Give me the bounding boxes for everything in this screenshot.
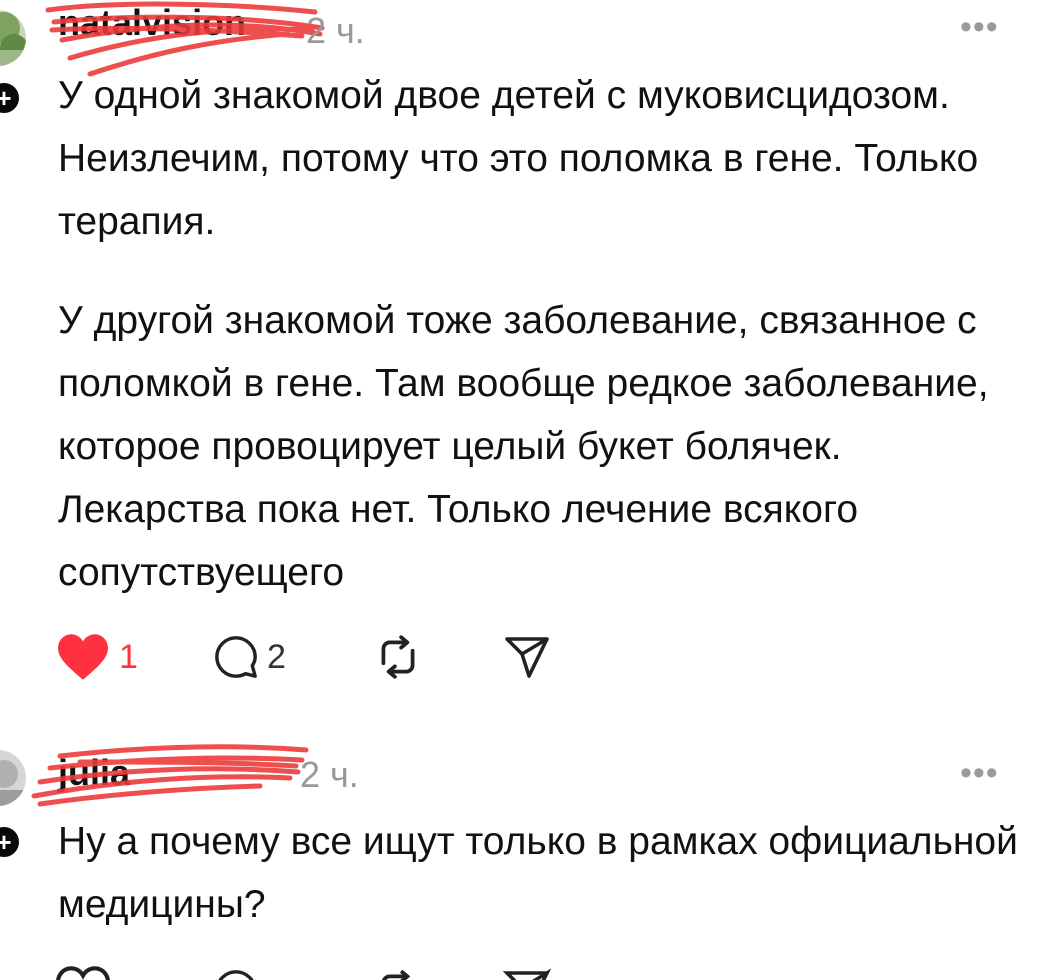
repost-button[interactable]: [373, 632, 423, 682]
like-button[interactable]: 1: [55, 632, 138, 682]
comment-count: 2: [267, 637, 286, 676]
timestamp: 2 ч.: [300, 754, 359, 795]
username[interactable]: natalvision: [58, 2, 246, 44]
action-bar: [55, 966, 575, 980]
share-icon: [503, 968, 551, 980]
share-button[interactable]: [503, 966, 551, 980]
share-icon: [505, 637, 549, 678]
username[interactable]: julia: [58, 752, 130, 794]
comment-icon: [218, 970, 254, 980]
repost-icon: [382, 969, 411, 980]
follow-plus-icon[interactable]: +: [0, 80, 22, 116]
heart-icon: [58, 634, 108, 680]
share-button[interactable]: [503, 632, 551, 682]
post-2: + julia 2 ч. ••• Ну а почему все ищут то…: [0, 730, 1053, 980]
more-icon[interactable]: •••: [960, 754, 999, 793]
post-text: Ну а почему все ищут только в рамках офи…: [58, 810, 1018, 936]
like-button[interactable]: [55, 966, 111, 980]
post-1: + natalvision 2 ч. ••• У одной знакомой …: [0, 0, 1053, 720]
repost-icon: [381, 635, 415, 679]
comment-button[interactable]: 2: [213, 632, 286, 682]
comment-button[interactable]: [213, 966, 259, 980]
more-icon[interactable]: •••: [960, 8, 999, 47]
follow-plus-icon[interactable]: +: [0, 824, 22, 860]
repost-button[interactable]: [373, 966, 423, 980]
like-count: 1: [119, 637, 138, 676]
paragraph: У другой знакомой тоже заболевание, связ…: [58, 299, 989, 594]
action-bar: 1 2: [55, 632, 575, 682]
timestamp: 2 ч.: [306, 10, 365, 51]
avatar[interactable]: [0, 10, 26, 66]
avatar[interactable]: [0, 750, 26, 806]
paragraph: У одной знакомой двое детей с муковисцид…: [58, 74, 979, 243]
post-text: У одной знакомой двое детей с муковисцид…: [58, 64, 1018, 604]
heart-icon: [56, 966, 110, 980]
paragraph: Ну а почему все ищут только в рамках офи…: [58, 820, 1018, 926]
comment-icon: [215, 636, 257, 678]
